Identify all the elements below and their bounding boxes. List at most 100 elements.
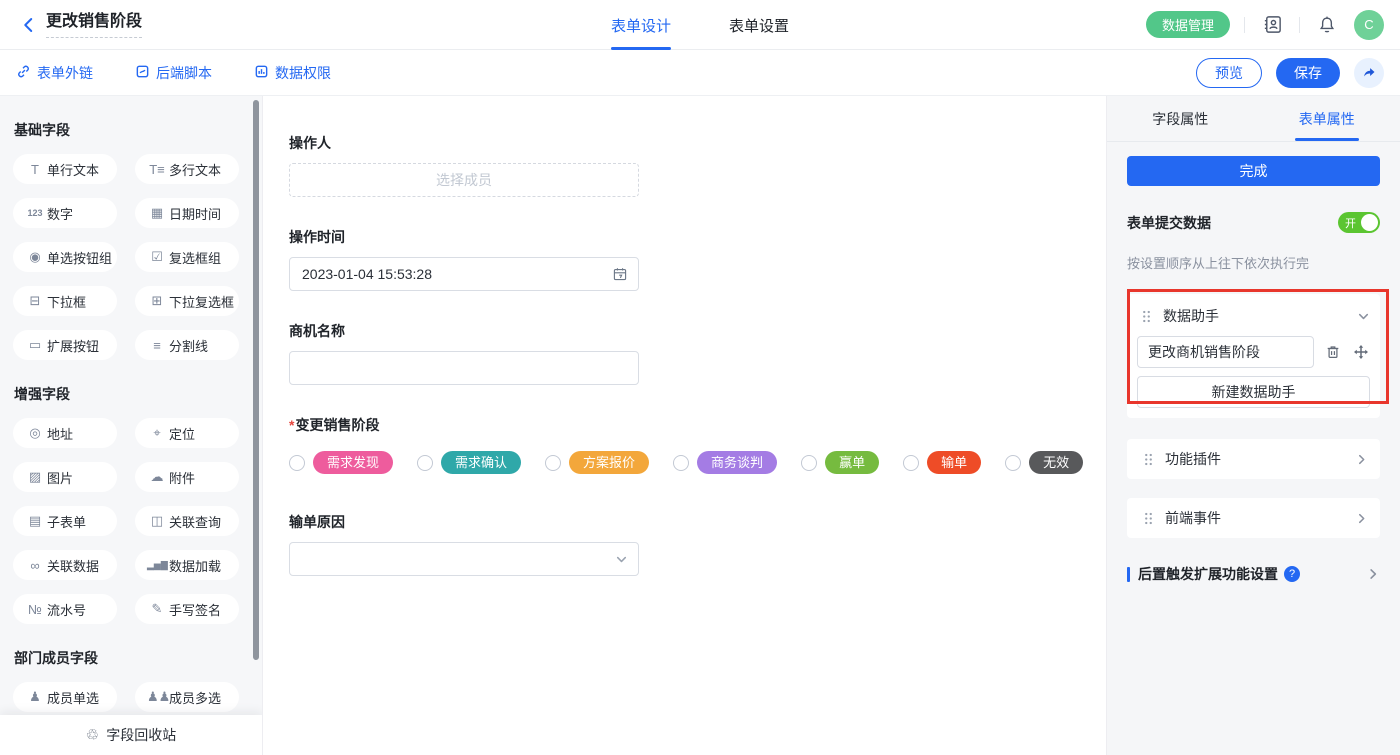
field-type-radio-group[interactable]: ◉单选按钮组 [13,242,117,272]
properties-panel: 字段属性 表单属性 完成 表单提交数据 开 按设置顺序从上往下依次执行完 [1106,96,1400,755]
toggle-knob [1361,214,1378,231]
field-type-member-single[interactable]: ♟成员单选 [13,682,117,712]
stage-option-confirm[interactable]: 需求确认 [417,451,521,474]
script-icon [135,64,150,82]
preview-button[interactable]: 预览 [1196,58,1262,88]
field-type-extend-button[interactable]: ▭扩展按钮 [13,330,117,360]
tab-form-settings[interactable]: 表单设置 [729,0,789,50]
location-pin-icon: ◎ [25,425,45,441]
stage-option-invalid[interactable]: 无效 [1005,451,1083,474]
form-external-link[interactable]: 表单外链 [16,63,93,83]
form-canvas[interactable]: 操作人 选择成员 操作时间 2023-01-04 15:53:28 商机名称 * [262,96,1106,755]
field-type-attachment[interactable]: ☁附件 [135,462,239,492]
panel-tabs: 字段属性 表单属性 [1107,96,1400,142]
notification-bell-icon[interactable] [1314,12,1340,38]
field-type-related-data[interactable]: ∞关联数据 [13,550,117,580]
field-type-locate[interactable]: ⌖定位 [135,418,239,448]
tab-form-design[interactable]: 表单设计 [611,0,671,50]
field-lost-reason[interactable]: 输单原因 [289,512,639,576]
radio-button[interactable] [417,455,433,471]
stage-option-discover[interactable]: 需求发现 [289,451,393,474]
data-permission-link[interactable]: 数据权限 [254,63,331,83]
serial-number-icon: № [25,602,45,617]
datetime-input[interactable]: 2023-01-04 15:53:28 [289,257,639,291]
radio-button[interactable] [289,455,305,471]
field-operate-time[interactable]: 操作时间 2023-01-04 15:53:28 [289,227,639,291]
radio-button[interactable] [801,455,817,471]
field-type-dropdown[interactable]: ⊟下拉框 [13,286,117,316]
field-recycle-bin[interactable]: ♲ 字段回收站 [0,715,262,755]
stage-option-won[interactable]: 赢单 [801,451,879,474]
field-operator[interactable]: 操作人 选择成员 [289,133,639,197]
image-icon: ▨ [25,469,45,485]
back-icon[interactable] [16,12,42,38]
page-title[interactable]: 更改销售阶段 [46,11,142,38]
trash-icon[interactable] [1324,343,1342,361]
field-type-data-load[interactable]: ▂▅▇数据加载 [135,550,239,580]
field-type-datetime[interactable]: ▦日期时间 [135,198,239,228]
execution-order-hint: 按设置顺序从上往下依次执行完 [1127,253,1380,272]
stage-option-negotiate[interactable]: 商务谈判 [673,451,777,474]
field-type-single-line-text[interactable]: T单行文本 [13,154,117,184]
radio-icon: ◉ [25,249,45,265]
radio-button[interactable] [903,455,919,471]
field-type-serial-number[interactable]: №流水号 [13,594,117,624]
pen-icon: ✎ [147,601,167,617]
field-type-address[interactable]: ◎地址 [13,418,117,448]
plugin-card[interactable]: 功能插件 [1127,439,1380,479]
tab-field-properties[interactable]: 字段属性 [1107,96,1254,141]
share-button[interactable] [1354,58,1384,88]
subform-icon: ▤ [25,513,45,529]
avatar[interactable]: C [1354,10,1384,40]
field-sales-stage[interactable]: * 变更销售阶段 需求发现 需求确认 方案报价 商务谈判 赢单 [289,415,1106,474]
complete-button[interactable]: 完成 [1127,156,1380,186]
field-type-signature[interactable]: ✎手写签名 [135,594,239,624]
radio-button[interactable] [545,455,561,471]
chevron-down-icon[interactable] [1357,310,1370,323]
field-label: 商机名称 [289,321,639,341]
field-opportunity-name[interactable]: 商机名称 [289,321,639,385]
drag-handle-icon[interactable] [1139,509,1157,527]
assistant-name-input[interactable]: 更改商机销售阶段 [1137,336,1314,368]
field-type-member-multi[interactable]: ♟♟成员多选 [135,682,239,712]
sidebar-scrollbar[interactable] [253,100,259,660]
radio-button[interactable] [1005,455,1021,471]
stage-option-quote[interactable]: 方案报价 [545,451,649,474]
backend-script-link[interactable]: 后端脚本 [135,63,212,83]
field-type-multi-line-text[interactable]: T≡多行文本 [135,154,239,184]
submit-data-label: 表单提交数据 [1127,213,1211,233]
field-type-number[interactable]: 123数字 [13,198,117,228]
move-icon[interactable] [1352,343,1370,361]
tab-form-properties[interactable]: 表单属性 [1254,96,1400,141]
person-icon: ♟ [25,689,45,705]
drag-handle-icon[interactable] [1139,450,1157,468]
dropdown-multi-icon: ⊞ [147,293,167,309]
drag-handle-icon[interactable] [1137,307,1155,325]
text-input[interactable] [289,351,639,385]
new-assistant-button[interactable]: 新建数据助手 [1137,376,1370,408]
submit-data-toggle[interactable]: 开 [1338,212,1380,233]
field-label: 输单原因 [289,512,639,532]
contacts-book-icon[interactable] [1259,12,1285,38]
field-type-subform[interactable]: ▤子表单 [13,506,117,536]
checkbox-icon: ☑ [147,249,167,265]
help-icon[interactable]: ? [1284,566,1300,582]
save-button[interactable]: 保存 [1276,58,1340,88]
member-picker[interactable]: 选择成员 [289,163,639,197]
post-trigger-settings[interactable]: 后置触发扩展功能设置 ? [1127,564,1380,584]
cloud-upload-icon: ☁ [147,469,167,485]
frontend-event-card[interactable]: 前端事件 [1127,498,1380,538]
field-type-dropdown-multi[interactable]: ⊞下拉复选框 [135,286,239,316]
field-type-related-query[interactable]: ◫关联查询 [135,506,239,536]
lost-reason-select[interactable] [289,542,639,576]
radio-button[interactable] [673,455,689,471]
stage-option-lost[interactable]: 输单 [903,451,981,474]
group-title-basic: 基础字段 [14,120,248,140]
field-type-divider[interactable]: ≡分割线 [135,330,239,360]
dropdown-icon: ⊟ [25,293,45,309]
field-type-image[interactable]: ▨图片 [13,462,117,492]
top-header: 更改销售阶段 表单设计 表单设置 数据管理 C [0,0,1400,50]
field-type-checkbox-group[interactable]: ☑复选框组 [135,242,239,272]
data-manage-button[interactable]: 数据管理 [1146,11,1230,38]
chevron-right-icon [1355,512,1368,525]
